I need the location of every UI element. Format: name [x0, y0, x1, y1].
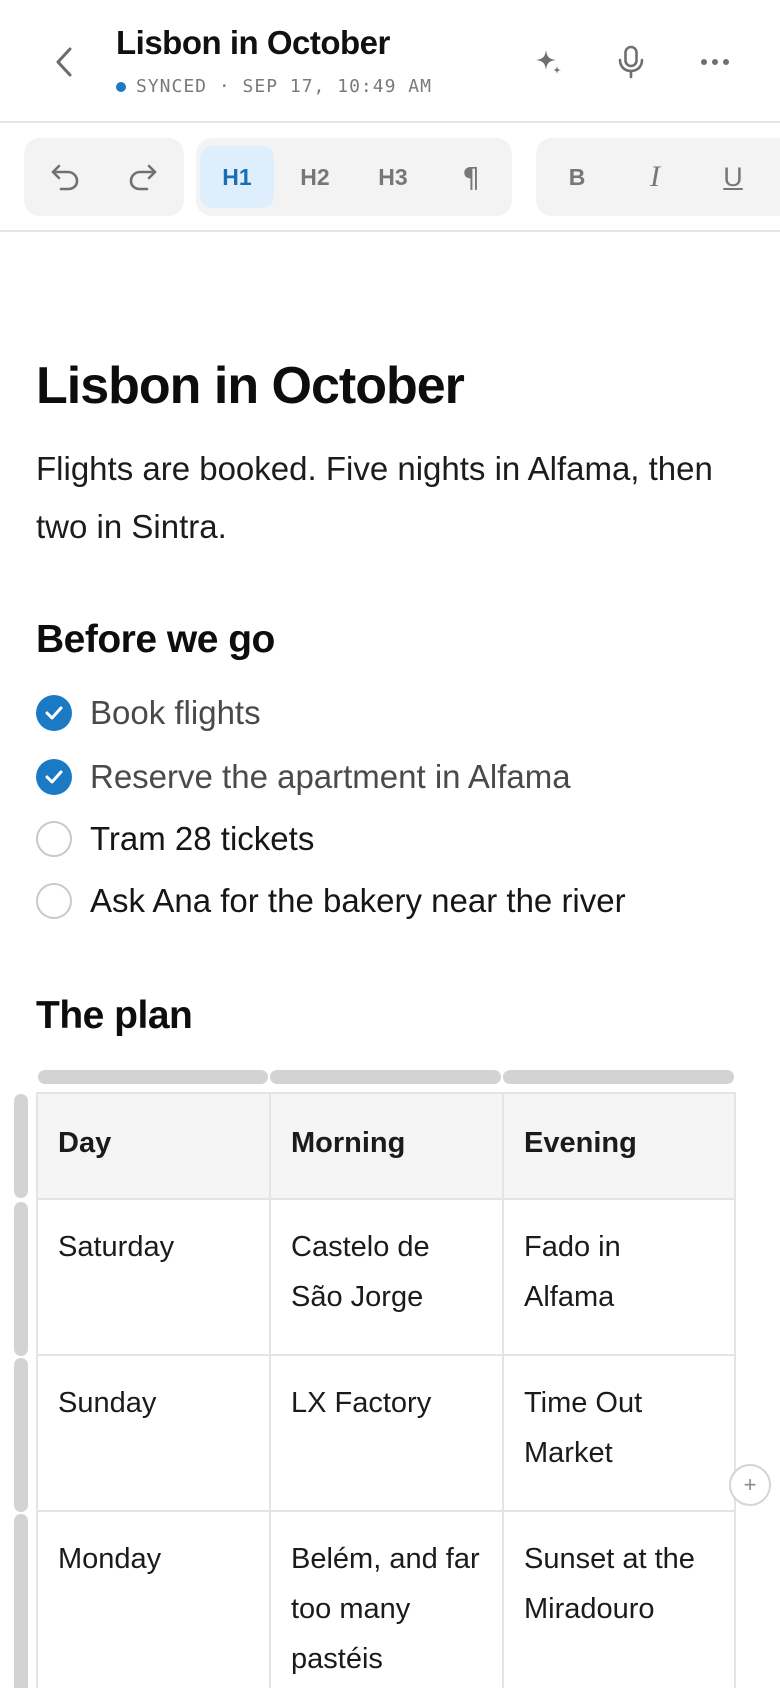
- sparkle-icon: [536, 50, 561, 74]
- row-handle[interactable]: [14, 1358, 28, 1512]
- table-cell[interactable]: Monday: [38, 1512, 271, 1688]
- top-bar: Lisbon in October SYNCED · SEP 17, 10:49…: [0, 0, 780, 123]
- table-header-cell[interactable]: Evening: [504, 1094, 734, 1198]
- dictation-button[interactable]: [605, 36, 657, 88]
- heading-1-button[interactable]: H1: [200, 146, 274, 208]
- sync-status-text: SYNCED · SEP 17, 10:49 AM: [136, 76, 432, 97]
- row-handle[interactable]: [14, 1514, 28, 1688]
- undo-button[interactable]: [28, 146, 102, 208]
- column-handle[interactable]: [270, 1070, 501, 1084]
- add-column-button[interactable]: +: [729, 1464, 771, 1506]
- table-cell[interactable]: Sunset at the Miradouro: [504, 1512, 734, 1688]
- checkbox-checked[interactable]: [36, 695, 72, 731]
- heading-3-button[interactable]: H3: [356, 146, 430, 208]
- table-row: Monday Belém, and far too many pastéis S…: [38, 1512, 734, 1688]
- microphone-icon: [618, 45, 644, 79]
- table-cell[interactable]: Sunday: [38, 1356, 271, 1510]
- plan-table: Day Morning Evening Saturday Castelo de …: [36, 1092, 736, 1688]
- redo-button[interactable]: [106, 146, 180, 208]
- more-button[interactable]: [689, 36, 741, 88]
- checkmark-icon: [45, 770, 63, 784]
- table-cell[interactable]: Castelo de São Jorge: [271, 1200, 504, 1354]
- checkbox-unchecked[interactable]: [36, 883, 72, 919]
- checklist-item: Reserve the apartment in Alfama: [36, 752, 571, 802]
- table-header-row: Day Morning Evening: [38, 1094, 734, 1200]
- table-cell[interactable]: Fado in Alfama: [504, 1200, 734, 1354]
- more-icon: [701, 59, 729, 65]
- table-row: Sunday LX Factory Time Out Market: [38, 1356, 734, 1512]
- history-group: [24, 138, 184, 216]
- italic-button[interactable]: I: [618, 146, 692, 208]
- plus-icon: +: [743, 1472, 757, 1497]
- checklist-item: Tram 28 tickets: [36, 814, 314, 864]
- back-button[interactable]: [44, 38, 84, 86]
- heading-2-button[interactable]: H2: [278, 146, 352, 208]
- table-cell[interactable]: Saturday: [38, 1200, 271, 1354]
- table-cell[interactable]: LX Factory: [271, 1356, 504, 1510]
- table-header-cell[interactable]: Morning: [271, 1094, 504, 1198]
- undo-icon: [51, 164, 79, 191]
- formatting-toolbar: H1 H2 H3 ¶ B I U: [0, 124, 780, 232]
- plan-heading[interactable]: The plan: [36, 994, 193, 1038]
- column-handle[interactable]: [503, 1070, 734, 1084]
- checklist-item-label[interactable]: Tram 28 tickets: [90, 820, 314, 858]
- note-title: Lisbon in October: [116, 24, 390, 61]
- ai-assist-button[interactable]: [523, 36, 575, 88]
- document-heading[interactable]: Lisbon in October: [36, 356, 465, 416]
- table-cell[interactable]: Belém, and far too many pastéis: [271, 1512, 504, 1688]
- row-handle[interactable]: [14, 1202, 28, 1356]
- checkbox-unchecked[interactable]: [36, 821, 72, 857]
- intro-paragraph[interactable]: Flights are booked. Five nights in Alfam…: [36, 440, 736, 556]
- sync-status: SYNCED · SEP 17, 10:49 AM: [116, 76, 432, 97]
- checklist-item-label[interactable]: Ask Ana for the bakery near the river: [90, 882, 626, 920]
- table-row: Saturday Castelo de São Jorge Fado in Al…: [38, 1200, 734, 1356]
- block-type-group: H1 H2 H3 ¶: [196, 138, 512, 216]
- paragraph-button[interactable]: ¶: [434, 146, 508, 208]
- table-cell[interactable]: Time Out Market: [504, 1356, 734, 1510]
- text-style-group: B I U: [536, 138, 780, 216]
- redo-icon: [129, 164, 157, 191]
- bold-button[interactable]: B: [540, 146, 614, 208]
- checkmark-icon: [45, 706, 63, 720]
- sync-dot-icon: [116, 81, 126, 92]
- underline-button[interactable]: U: [696, 146, 770, 208]
- checklist-item-label[interactable]: Reserve the apartment in Alfama: [90, 758, 571, 796]
- chevron-left-icon: [56, 47, 72, 77]
- row-handle[interactable]: [14, 1094, 28, 1198]
- checkbox-checked[interactable]: [36, 759, 72, 795]
- checklist-item: Ask Ana for the bakery near the river: [36, 876, 626, 926]
- column-handle[interactable]: [38, 1070, 268, 1084]
- checklist-item: Book flights: [36, 688, 261, 738]
- checklist-item-label[interactable]: Book flights: [90, 694, 261, 732]
- checklist-heading[interactable]: Before we go: [36, 618, 275, 662]
- table-header-cell[interactable]: Day: [38, 1094, 271, 1198]
